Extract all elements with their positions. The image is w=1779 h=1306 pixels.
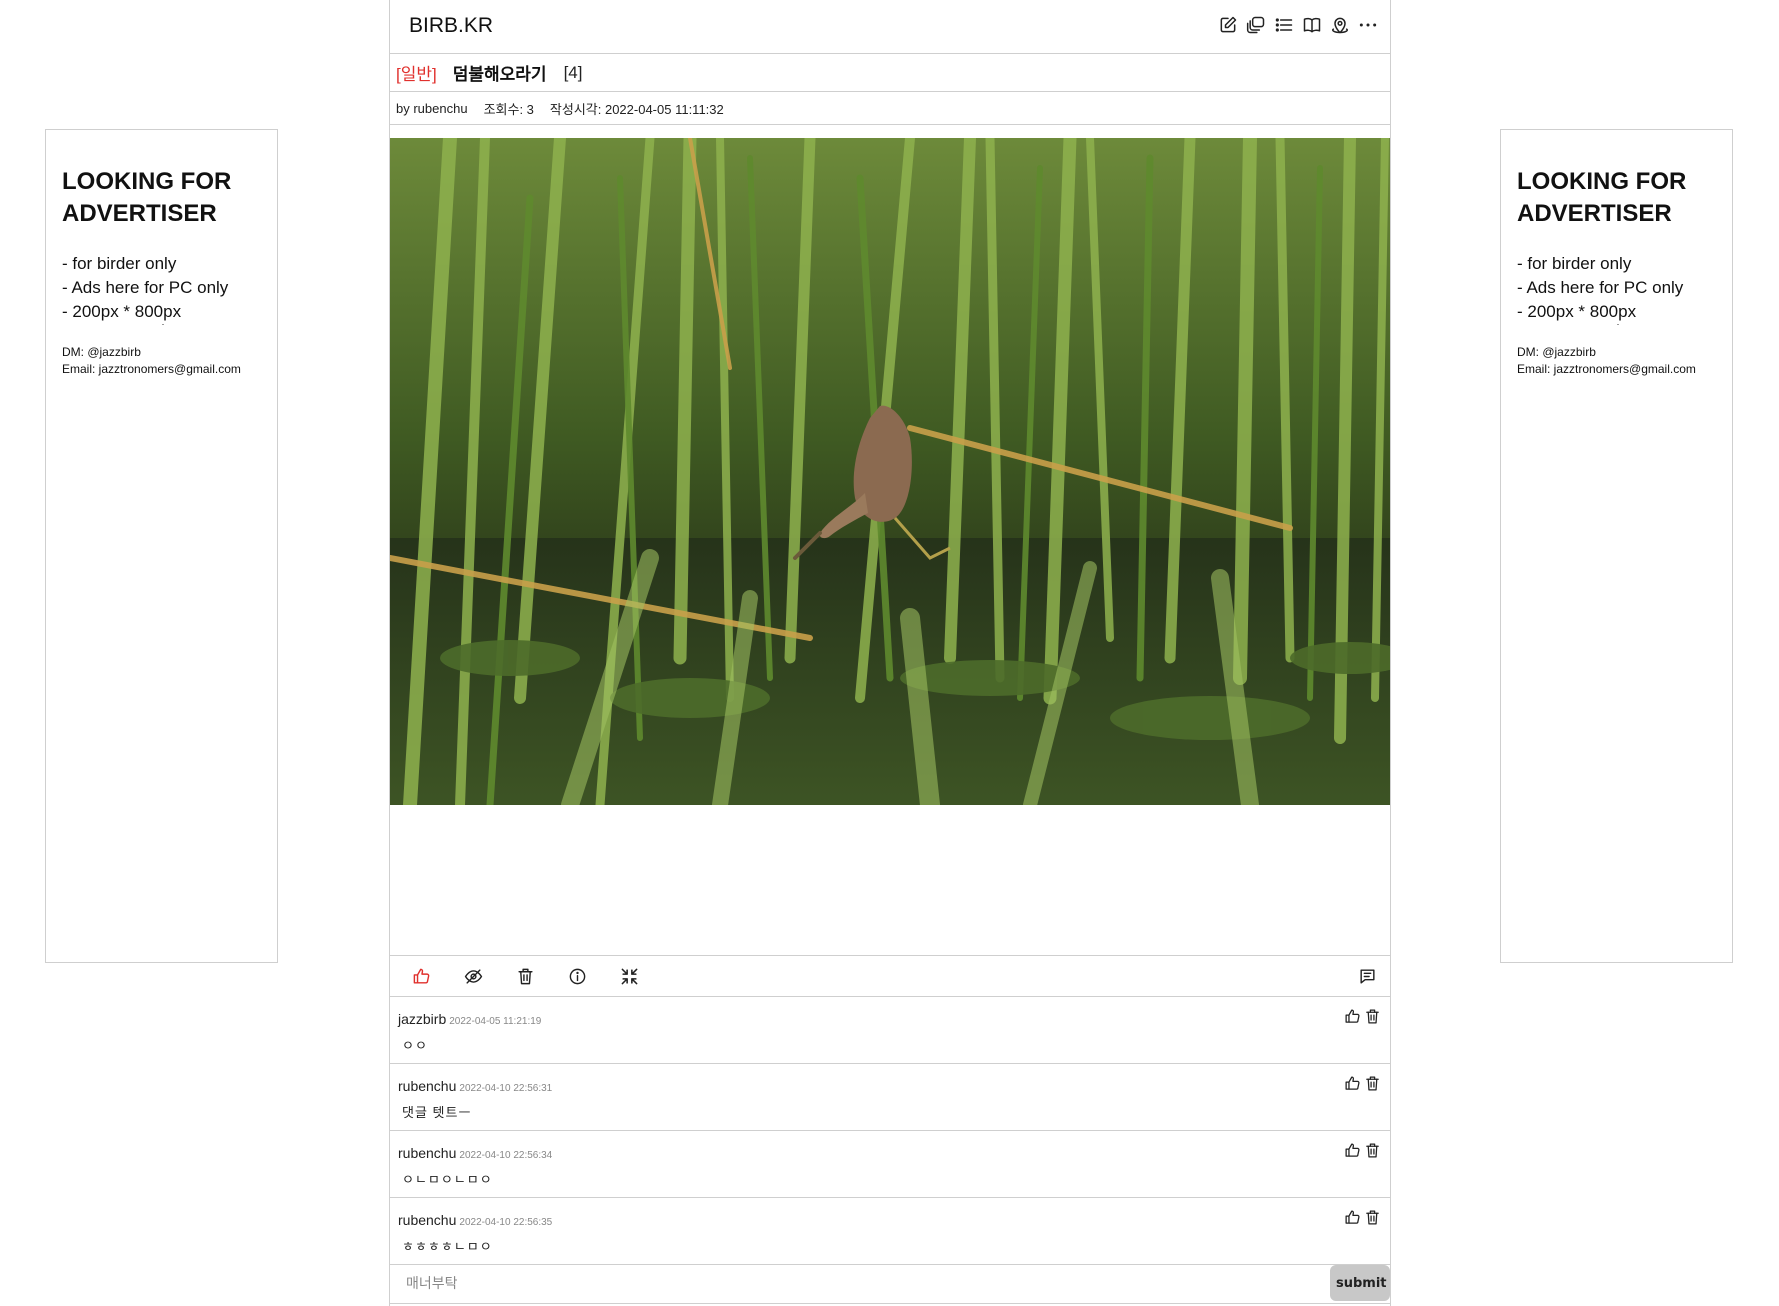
post-title-row: [일반] 덤불해오라기 [4] <box>390 54 1390 92</box>
like-icon[interactable] <box>410 965 432 987</box>
comment-text: ㅎㅎㅎㅎㄴㅁㅇ <box>402 1239 493 1254</box>
comment-text: 댓글 텟트ㅡ <box>402 1105 472 1120</box>
ad-divider <box>62 324 261 330</box>
ad-banner-left[interactable]: LOOKING FOR ADVERTISER - for birder only… <box>45 129 278 963</box>
bird-in-reeds-image <box>390 138 1390 805</box>
comment-actions <box>1343 1208 1381 1226</box>
comment-item: rubenchu 2022-04-10 22:56:34 ㅇㄴㅁㅇㄴㅁㅇ <box>390 1131 1390 1198</box>
comment-item: jazzbirb 2022-04-05 11:21:19 ㅇㅇ <box>390 997 1390 1064</box>
ad-line: - Ads here for PC only <box>62 278 229 297</box>
hide-icon[interactable] <box>462 965 484 987</box>
comment-date: 2022-04-10 22:56:31 <box>459 1083 553 1094</box>
comment-text: ㅇㄴㅁㅇㄴㅁㅇ <box>402 1172 493 1187</box>
ad-line: - 200px * 800px <box>62 302 182 321</box>
comment-text: ㅇㅇ <box>402 1038 428 1053</box>
reply-input[interactable] <box>390 1265 1290 1301</box>
trash-icon[interactable] <box>1363 1007 1381 1025</box>
comment-actions <box>1343 1074 1381 1092</box>
ad-title: LOOKING FOR ADVERTISER <box>62 168 232 227</box>
ad-line: - for birder only <box>62 254 177 273</box>
reply-form: submit <box>390 1265 1390 1304</box>
trash-icon[interactable] <box>1363 1208 1381 1226</box>
comment-author[interactable]: rubenchu <box>398 1078 456 1094</box>
ad-line: - 200px * 800px <box>1517 302 1637 321</box>
like-icon[interactable] <box>1343 1208 1361 1226</box>
post-body <box>390 805 1390 956</box>
comment-author[interactable]: rubenchu <box>398 1145 456 1161</box>
info-icon[interactable] <box>566 965 588 987</box>
comment-date: 2022-04-10 22:56:34 <box>459 1150 553 1161</box>
site-header: BIRB.KR <box>390 0 1390 54</box>
comment-header: rubenchu 2022-04-10 22:56:34 <box>398 1145 552 1161</box>
trash-icon[interactable] <box>1363 1074 1381 1092</box>
list-icon[interactable] <box>1273 14 1294 35</box>
comment-icon[interactable] <box>1356 965 1378 987</box>
header-toolbar <box>1217 14 1378 35</box>
comment-author[interactable]: rubenchu <box>398 1212 456 1228</box>
comment-item: rubenchu 2022-04-10 22:56:35 ㅎㅎㅎㅎㄴㅁㅇ <box>390 1198 1390 1265</box>
site-logo[interactable]: BIRB.KR <box>409 14 493 38</box>
ad-email: Email: jazztronomers@gmail.com <box>1517 362 1696 376</box>
comment-header: jazzbirb 2022-04-05 11:21:19 <box>398 1011 541 1027</box>
post-author[interactable]: by rubenchu <box>396 101 468 116</box>
like-icon[interactable] <box>1343 1007 1361 1025</box>
ad-divider <box>1517 324 1716 330</box>
ad-line: - for birder only <box>1517 254 1632 273</box>
comment-actions <box>1343 1007 1381 1025</box>
ad-dm: DM: @jazzbirb <box>62 345 141 359</box>
ad-banner-right[interactable]: LOOKING FOR ADVERTISER - for birder only… <box>1500 129 1733 963</box>
comment-count: [4] <box>563 62 583 82</box>
trash-icon[interactable] <box>514 965 536 987</box>
ad-line: - Ads here for PC only <box>1517 278 1684 297</box>
book-icon[interactable] <box>1301 14 1322 35</box>
more-icon[interactable] <box>1357 14 1378 35</box>
comment-header: rubenchu 2022-04-10 22:56:35 <box>398 1212 552 1228</box>
comment-date: 2022-04-05 11:21:19 <box>449 1016 542 1027</box>
gallery-icon[interactable] <box>1245 14 1266 35</box>
collapse-icon[interactable] <box>618 965 640 987</box>
like-icon[interactable] <box>1343 1141 1361 1159</box>
comment-author[interactable]: jazzbirb <box>398 1011 446 1027</box>
post-title: 덤불해오라기 <box>452 65 547 84</box>
trash-icon[interactable] <box>1363 1141 1381 1159</box>
post-meta: by rubenchu 조회수: 3 작성시각: 2022-04-05 11:1… <box>390 92 1390 125</box>
comment-header: rubenchu 2022-04-10 22:56:31 <box>398 1078 552 1094</box>
submit-button[interactable]: submit <box>1330 1265 1390 1301</box>
comment-actions <box>1343 1141 1381 1159</box>
post-photo[interactable] <box>390 138 1390 805</box>
compose-icon[interactable] <box>1217 14 1238 35</box>
post-views: 조회수: 3 <box>483 101 534 117</box>
post-action-bar <box>390 956 1390 997</box>
comment-date: 2022-04-10 22:56:35 <box>459 1217 553 1228</box>
post-created: 작성시각: 2022-04-05 11:11:32 <box>549 101 724 117</box>
post-container: BIRB.KR [일반] 덤불해오라기 [4] by rubenchu 조회수:… <box>389 0 1391 1306</box>
like-icon[interactable] <box>1343 1074 1361 1092</box>
post-category[interactable]: [일반] <box>396 60 437 85</box>
map-icon[interactable] <box>1329 14 1350 35</box>
ad-dm: DM: @jazzbirb <box>1517 345 1596 359</box>
ad-email: Email: jazztronomers@gmail.com <box>62 362 241 376</box>
comment-item: rubenchu 2022-04-10 22:56:31 댓글 텟트ㅡ <box>390 1064 1390 1131</box>
ad-title: LOOKING FOR ADVERTISER <box>1517 168 1687 227</box>
